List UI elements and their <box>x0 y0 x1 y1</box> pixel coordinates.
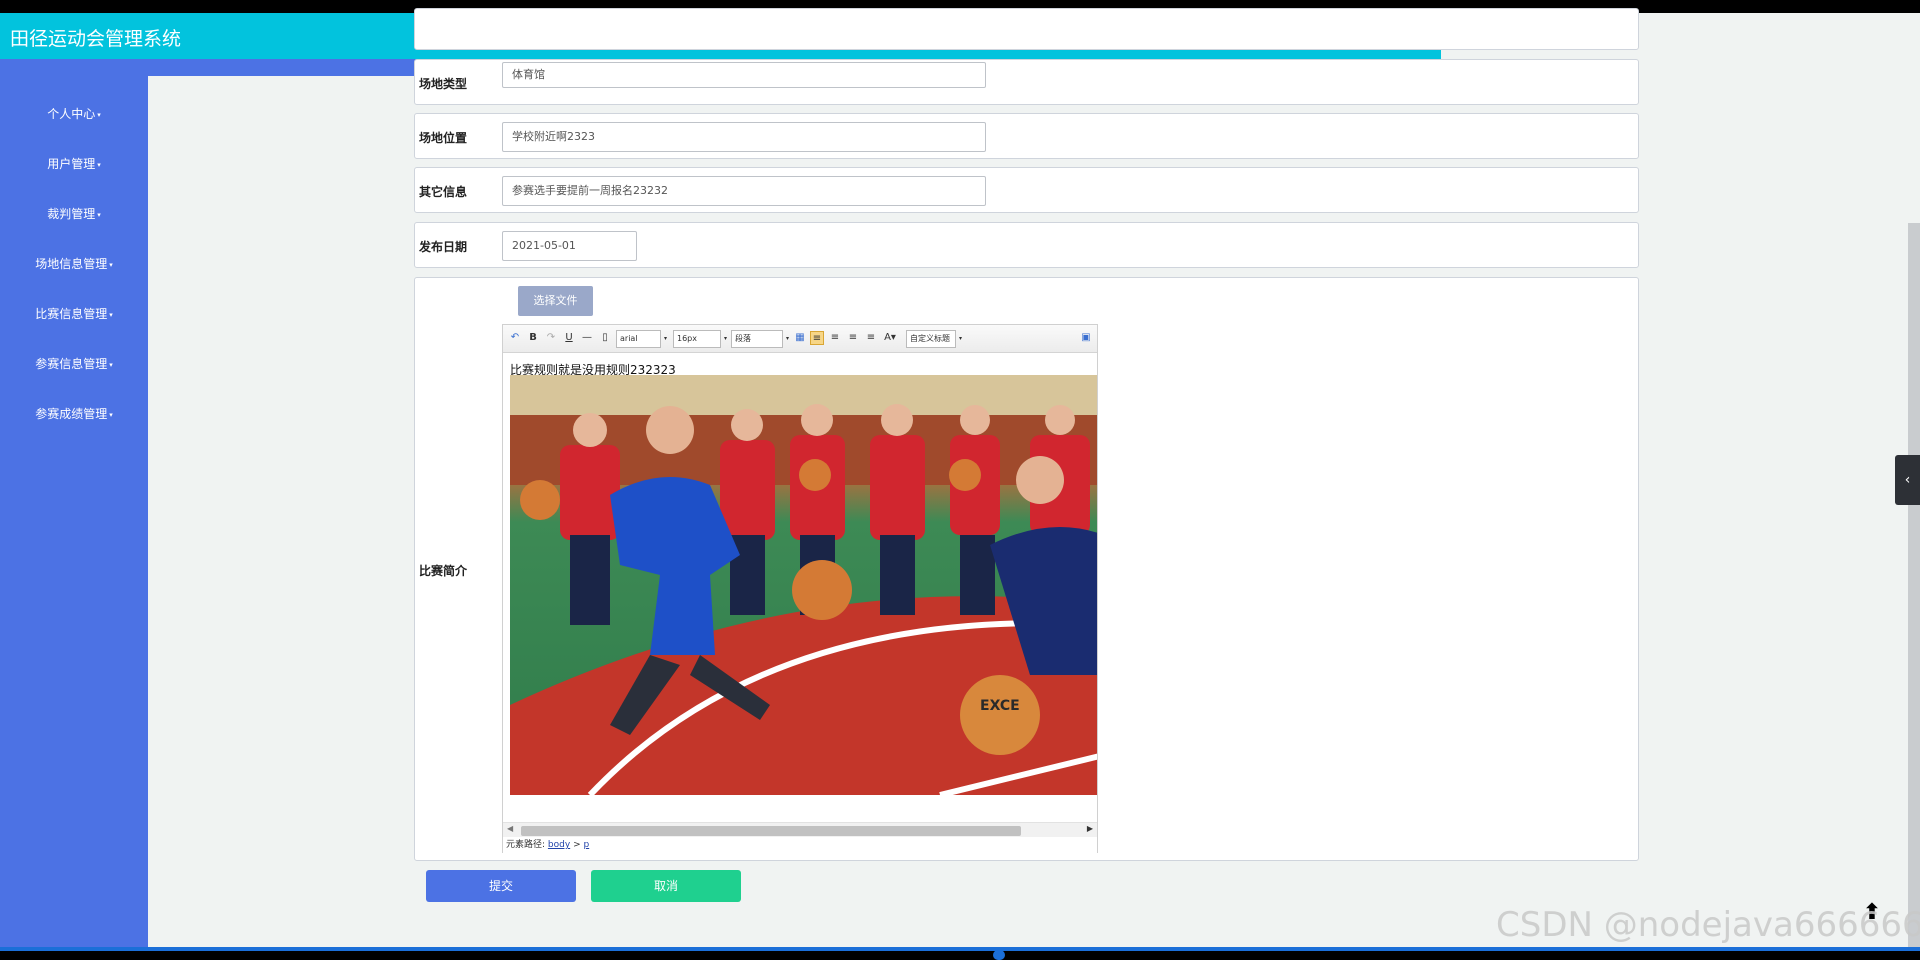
chevron-left-icon[interactable]: ‹ <box>1895 455 1920 505</box>
form-row-other-info: 其它信息 参赛选手要提前一周报名23232 <box>414 167 1639 213</box>
publish-date-input[interactable]: 2021-05-01 <box>502 231 637 261</box>
field-label: 发布日期 <box>419 240 468 254</box>
sidebar-item-personal-center[interactable]: 个人中心 ▾ <box>0 105 148 122</box>
align-justify-icon[interactable]: ≡ <box>864 331 878 345</box>
field-label: 比赛简介 <box>419 564 468 578</box>
sidebar-item-label: 个人中心 <box>47 107 96 121</box>
caret-down-icon: ▾ <box>109 260 113 269</box>
form-row-intro: 比赛简介 选择文件 ↶ B ↷ U — ▯ arial ▾ 16px ▾ 段落 ▾ ▦… <box>414 277 1639 861</box>
video-progress-bar[interactable] <box>0 947 1920 951</box>
scroll-left-icon[interactable]: ◀ <box>507 824 513 833</box>
submit-button[interactable]: 提交 <box>426 870 576 902</box>
caret-down-icon: ▾ <box>97 160 101 169</box>
chevron-down-icon: ▾ <box>723 335 727 342</box>
form-row-venue-type: 场地类型 体育馆 <box>414 59 1639 105</box>
caret-down-icon: ▾ <box>109 360 113 369</box>
caret-down-icon: ▾ <box>97 110 101 119</box>
caret-down-icon: ▾ <box>97 210 101 219</box>
chevron-down-icon: ▾ <box>958 335 962 342</box>
align-left-icon[interactable]: ≡ <box>810 331 824 345</box>
scroll-right-icon[interactable]: ▶ <box>1087 824 1093 833</box>
element-path-bar: 元素路径: body > p <box>503 837 1097 853</box>
sidebar-item-label: 场地信息管理 <box>35 257 108 271</box>
sidebar-item-label: 用户管理 <box>47 157 96 171</box>
font-size-value: 16px <box>677 334 697 343</box>
chevron-down-icon: ▾ <box>785 335 789 342</box>
path-separator: > <box>573 840 581 850</box>
chevron-down-icon: ▾ <box>663 335 667 342</box>
sidebar-item-referees[interactable]: 裁判管理 ▾ <box>0 205 148 222</box>
custom-title-select[interactable]: 自定义标题 ▾ <box>906 330 962 348</box>
align-center-icon[interactable]: ≡ <box>828 331 842 345</box>
table-icon[interactable]: ▦ <box>793 331 807 345</box>
field-label: 场地位置 <box>419 131 468 145</box>
editor-content[interactable]: 比赛规则就是没用规则232323 EXCE <box>503 354 1097 824</box>
caret-down-icon: ▾ <box>109 410 113 419</box>
paragraph-value: 段落 <box>735 334 751 343</box>
sidebar-item-label: 参赛信息管理 <box>35 357 108 371</box>
path-p-link[interactable]: p <box>583 840 589 850</box>
align-right-icon[interactable]: ≡ <box>846 331 860 345</box>
font-family-select[interactable]: arial ▾ <box>616 330 667 348</box>
svg-text:EXCE: EXCE <box>980 698 1020 714</box>
sidebar-item-users[interactable]: 用户管理 ▾ <box>0 155 148 172</box>
form-row-publish-date: 发布日期 2021-05-01 <box>414 222 1639 268</box>
progress-knob[interactable] <box>993 950 1005 960</box>
sidebar-item-label: 参赛成绩管理 <box>35 407 108 421</box>
font-size-select[interactable]: 16px ▾ <box>673 330 727 348</box>
field-label: 其它信息 <box>419 185 468 199</box>
path-body-link[interactable]: body <box>548 840 570 850</box>
path-label: 元素路径: <box>506 840 546 850</box>
editor-toolbar: ↶ B ↷ U — ▯ arial ▾ 16px ▾ 段落 ▾ ▦ ≡ ≡ ≡ ≡ A… <box>503 325 1097 353</box>
bold-icon[interactable]: B <box>526 331 540 345</box>
paragraph-select[interactable]: 段落 ▾ <box>731 330 789 348</box>
app-title: 田径运动会管理系统 <box>10 28 182 50</box>
font-family-value: arial <box>620 334 638 343</box>
editor-horizontal-scrollbar[interactable]: ◀ ▶ <box>503 822 1097 837</box>
watermark: CSDN @nodejava666666 <box>1496 905 1920 945</box>
form-row-previous <box>414 8 1639 50</box>
horizontal-rule-icon[interactable]: — <box>580 331 594 345</box>
venue-type-input[interactable]: 体育馆 <box>502 62 986 88</box>
form-row-venue-location: 场地位置 学校附近啊2323 <box>414 113 1639 159</box>
redo-icon[interactable]: ↷ <box>544 331 558 345</box>
page-scrollbar[interactable] <box>1908 223 1920 947</box>
sidebar-item-entries[interactable]: 参赛信息管理 ▾ <box>0 355 148 372</box>
field-label: 场地类型 <box>419 77 468 91</box>
sidebar-item-venues[interactable]: 场地信息管理 ▾ <box>0 255 148 272</box>
embedded-photo: EXCE <box>510 375 1097 795</box>
scrollbar-thumb[interactable] <box>521 826 1021 836</box>
source-icon[interactable]: ▯ <box>598 331 612 345</box>
venue-location-input[interactable]: 学校附近啊2323 <box>502 122 986 152</box>
other-info-input[interactable]: 参赛选手要提前一周报名23232 <box>502 176 986 206</box>
rich-text-editor[interactable]: ↶ B ↷ U — ▯ arial ▾ 16px ▾ 段落 ▾ ▦ ≡ ≡ ≡ ≡ A… <box>502 324 1098 853</box>
cancel-button[interactable]: 取消 <box>591 870 741 902</box>
sidebar-item-results[interactable]: 参赛成绩管理 ▾ <box>0 405 148 422</box>
fullscreen-icon[interactable]: ▣ <box>1079 331 1093 345</box>
choose-file-button[interactable]: 选择文件 <box>518 286 593 316</box>
undo-icon[interactable]: ↶ <box>508 331 522 345</box>
sidebar-item-label: 裁判管理 <box>47 207 96 221</box>
underline-icon[interactable]: U <box>562 331 576 345</box>
sidebar-item-matches[interactable]: 比赛信息管理 ▾ <box>0 305 148 322</box>
caret-down-icon: ▾ <box>109 310 113 319</box>
font-color-icon[interactable]: A▾ <box>883 331 897 345</box>
custom-title-value: 自定义标题 <box>910 334 950 343</box>
sidebar-item-label: 比赛信息管理 <box>35 307 108 321</box>
